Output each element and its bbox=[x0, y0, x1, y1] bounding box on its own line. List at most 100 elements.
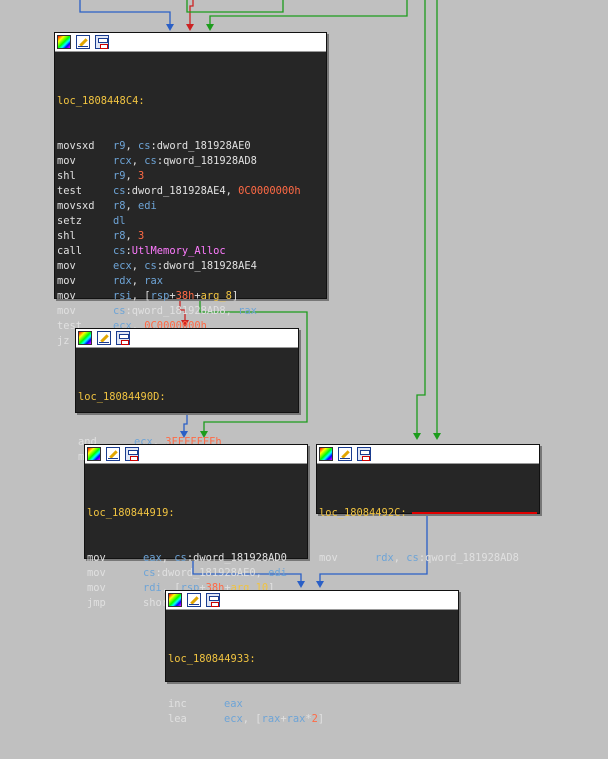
edge-top-blue bbox=[79, 0, 171, 26]
instruction-line[interactable]: shl r8, 3 bbox=[57, 229, 324, 244]
block-label[interactable]: loc_18084490D: bbox=[78, 390, 296, 405]
mnemonic: jmp bbox=[87, 597, 106, 609]
operand-token: , bbox=[131, 275, 145, 287]
instruction-line[interactable]: mov rdx, rax bbox=[57, 274, 324, 289]
operand-token: eax bbox=[143, 552, 162, 564]
node-layout-icon[interactable] bbox=[357, 447, 371, 461]
block-lines: mov rdx, cs:qword_181928AD8 bbox=[319, 551, 537, 566]
mnemonic: setz bbox=[57, 215, 83, 227]
code-block-loc-1808448c4[interactable]: loc_1808448C4: movsxd r9, cs:dword_181928… bbox=[54, 32, 327, 347]
operand-token: rax bbox=[144, 275, 164, 287]
operand-token: r8 bbox=[113, 200, 126, 212]
operand-token: , [ bbox=[131, 290, 151, 302]
node-layout-icon[interactable] bbox=[116, 331, 130, 345]
mnemonic: mov bbox=[57, 260, 76, 272]
code-block-loc-180844933[interactable]: loc_180844933: inc eax lea ecx, [rax+rax*2] bbox=[165, 590, 459, 725]
code-block-loc-18084490d[interactable]: loc_18084490D: andecx, 3FFFFFFFhmovcs:dw… bbox=[75, 328, 299, 463]
block-label[interactable]: loc_180844919: bbox=[87, 506, 305, 521]
operand-token: rdx bbox=[375, 552, 394, 564]
edit-node-icon[interactable] bbox=[338, 447, 352, 461]
instruction-line[interactable]: mov cs:qword_181928AD8, rax bbox=[57, 304, 324, 319]
mnemonic: test bbox=[57, 185, 83, 197]
instruction-line[interactable]: mov ecx, cs:dword_181928AE4 bbox=[57, 259, 324, 274]
mnemonic: mov bbox=[87, 567, 106, 579]
operand-token: r9 bbox=[113, 140, 126, 152]
mnemonic: movsxd bbox=[57, 200, 95, 212]
block-label[interactable]: loc_1808448C4: bbox=[57, 94, 324, 109]
instruction-line[interactable]: test cs:dword_181928AE4, 0C0000000h bbox=[57, 184, 324, 199]
operand-token: rsi bbox=[113, 290, 132, 302]
graph-colors-icon[interactable] bbox=[78, 331, 92, 345]
operand-token: , bbox=[125, 170, 139, 182]
node-layout-icon[interactable] bbox=[95, 35, 109, 49]
edit-node-icon[interactable] bbox=[187, 593, 201, 607]
operand-token: r8 bbox=[113, 230, 126, 242]
instruction-line[interactable]: mov rsi, [rsp+38h+arg_8] bbox=[57, 289, 324, 304]
operand-token: cs bbox=[113, 305, 126, 317]
mnemonic: mov bbox=[57, 305, 76, 317]
operand-token: :qword_181928AD8 bbox=[418, 552, 519, 564]
instruction-line[interactable]: mov cs:dword_181928AE0, edi bbox=[87, 566, 305, 581]
instruction-line[interactable]: setz dl bbox=[57, 214, 324, 229]
operand-token: ecx bbox=[113, 260, 132, 272]
edit-node-icon[interactable] bbox=[97, 331, 111, 345]
operand-token: ecx bbox=[224, 713, 243, 725]
code-block-loc-18084492c[interactable]: loc_18084492C: mov rdx, cs:qword_181928AD… bbox=[316, 444, 540, 564]
mnemonic: inc bbox=[168, 698, 187, 710]
mnemonic: mov bbox=[87, 582, 106, 594]
operand-token: cs bbox=[144, 260, 157, 272]
mnemonic: shl bbox=[57, 230, 76, 242]
graph-colors-icon[interactable] bbox=[319, 447, 333, 461]
mnemonic: mov bbox=[57, 290, 76, 302]
instruction-line[interactable]: mov rdx, cs:qword_181928AD8 bbox=[319, 551, 537, 566]
operand-token: :dword_181928AE4 bbox=[156, 260, 257, 272]
mnemonic: mov bbox=[57, 275, 76, 287]
edge-right-green-1 bbox=[416, 0, 426, 435]
operand-token: r9 bbox=[113, 170, 126, 182]
operand-token: ] bbox=[231, 290, 239, 302]
block-code[interactable]: loc_18084492C: mov rdx, cs:qword_181928AD… bbox=[317, 464, 539, 598]
instruction-line[interactable]: movsxd r8, edi bbox=[57, 199, 324, 214]
operand-token: , [ bbox=[242, 713, 262, 725]
edit-node-icon[interactable] bbox=[76, 35, 90, 49]
operand-token: , bbox=[125, 140, 139, 152]
operand-token: , bbox=[125, 200, 139, 212]
operand-token: :qword_181928AD8 bbox=[156, 155, 257, 167]
operand-token: cs bbox=[406, 552, 419, 564]
instruction-line[interactable]: call cs:UtlMemory_Alloc bbox=[57, 244, 324, 259]
block-titlebar bbox=[317, 445, 539, 464]
operand-token: rsp bbox=[150, 290, 170, 302]
operand-token: ] bbox=[317, 713, 325, 725]
instruction-line[interactable]: lea ecx, [rax+rax*2] bbox=[168, 712, 456, 727]
arrow-blue bbox=[166, 24, 174, 31]
graph-colors-icon[interactable] bbox=[87, 447, 101, 461]
instruction-line[interactable]: shl r9, 3 bbox=[57, 169, 324, 184]
block-label[interactable]: loc_180844933: bbox=[168, 652, 456, 667]
operand-token: cs bbox=[143, 567, 156, 579]
instruction-line[interactable]: inc eax bbox=[168, 697, 456, 712]
block-titlebar bbox=[76, 329, 298, 348]
node-layout-icon[interactable] bbox=[206, 593, 220, 607]
node-layout-icon[interactable] bbox=[125, 447, 139, 461]
instruction-line[interactable]: mov eax, cs:dword_181928AD0 bbox=[87, 551, 305, 566]
edit-node-icon[interactable] bbox=[106, 447, 120, 461]
block-code[interactable]: loc_180844933: inc eax lea ecx, [rax+rax*2] bbox=[166, 610, 458, 759]
operand-token: , bbox=[161, 552, 175, 564]
operand-token: rdi bbox=[143, 582, 162, 594]
operand-token: :dword_181928AE0 bbox=[150, 140, 251, 152]
instruction-line[interactable]: movsxd r9, cs:dword_181928AE0 bbox=[57, 139, 324, 154]
block-titlebar bbox=[55, 33, 326, 52]
operand-token: cs bbox=[113, 185, 126, 197]
operand-token: cs bbox=[138, 140, 151, 152]
operand-token: cs bbox=[113, 245, 126, 257]
code-block-loc-180844919[interactable]: loc_180844919: mov eax, cs:dword_181928AD… bbox=[84, 444, 308, 609]
operand-token: UtlMemory_Alloc bbox=[131, 245, 226, 257]
edge-top-red bbox=[189, 0, 194, 26]
graph-colors-icon[interactable] bbox=[57, 35, 71, 49]
graph-colors-icon[interactable] bbox=[168, 593, 182, 607]
operand-token: dl bbox=[113, 215, 126, 227]
operand-token: 3 bbox=[138, 170, 145, 182]
instruction-line[interactable]: mov rcx, cs:qword_181928AD8 bbox=[57, 154, 324, 169]
operand-token: rax bbox=[261, 713, 281, 725]
edge-top-green-1 bbox=[186, 0, 284, 13]
